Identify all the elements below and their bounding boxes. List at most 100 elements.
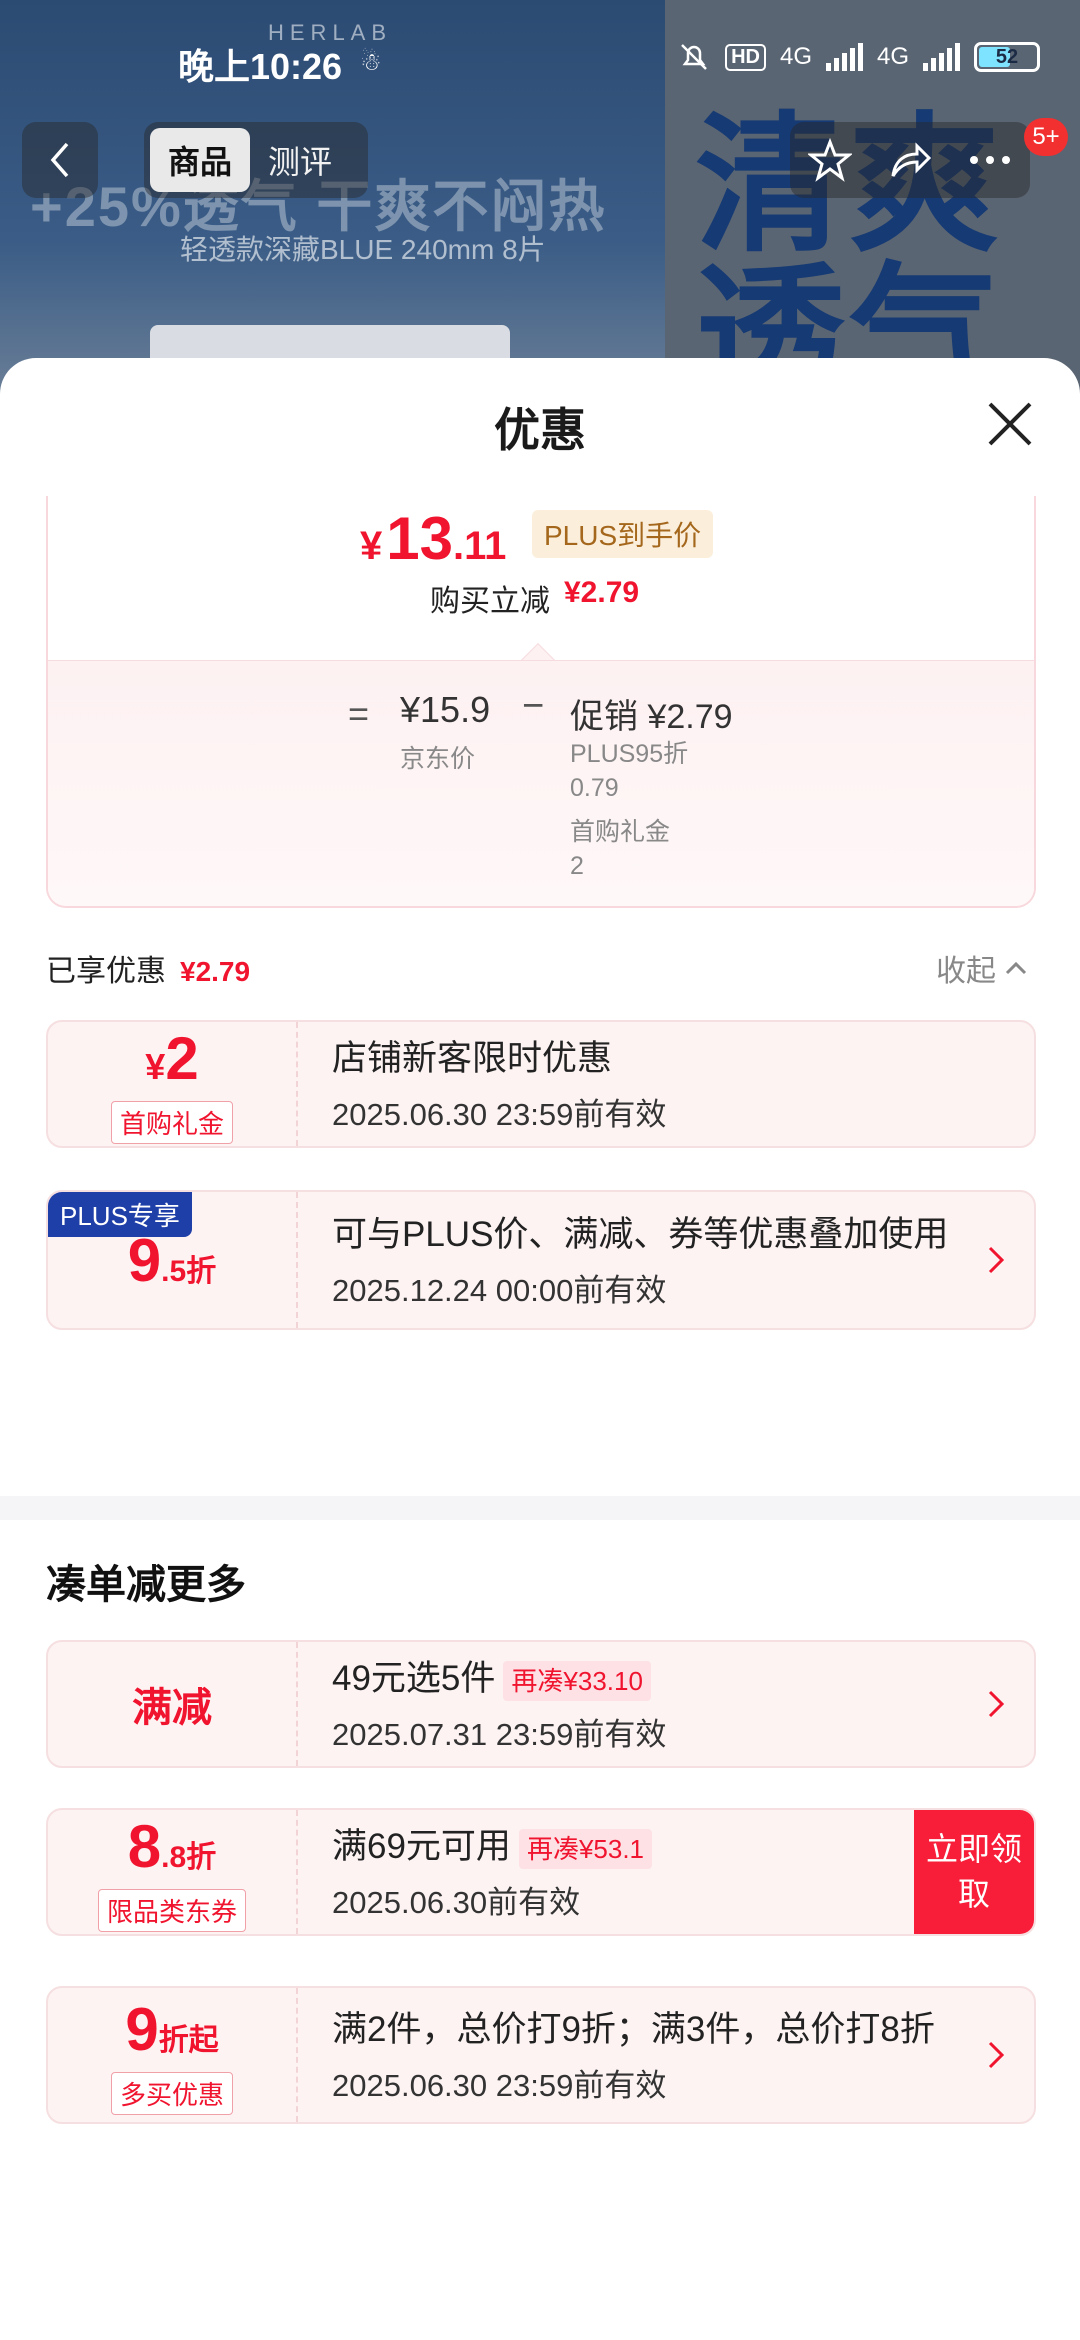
- coupon-amount: 2: [165, 1025, 199, 1092]
- network-label-2: 4G: [876, 43, 909, 70]
- coupon-info: 店铺新客限时优惠 2025.06.30 23:59前有效: [332, 1022, 974, 1146]
- coupon-discount-integer: 9: [125, 1996, 159, 2063]
- battery-level: 52: [995, 45, 1019, 68]
- more-icon[interactable]: [968, 154, 1012, 166]
- coupon-discount-suffix: 折起: [158, 2024, 219, 2057]
- coupon-info: 可与PLUS价、满减、券等优惠叠加使用 2025.12.24 00:00前有效: [332, 1192, 974, 1328]
- price-formula: = ¥15.9 京东价 − 促销 ¥2.79 PLUS95折 0.79 首购礼金…: [48, 660, 1034, 906]
- coupon-info: 满69元可用 再凑¥53.1 2025.06.30前有效: [332, 1810, 894, 1934]
- message-badge: 5+: [1024, 118, 1068, 156]
- sheet-title: 优惠: [494, 404, 586, 456]
- coupon-title: 店铺新客限时优惠: [332, 1039, 613, 1078]
- coupon-card[interactable]: 满减 49元选5件 再凑¥33.10 2025.07.31 23:59前有效: [46, 1640, 1036, 1768]
- coupon-info: 49元选5件 再凑¥33.10 2025.07.31 23:59前有效: [332, 1642, 974, 1766]
- chevron-right-icon: [988, 1690, 1005, 1718]
- coupon-title: 49元选5件: [332, 1659, 496, 1698]
- promo-item-label: PLUS95折: [570, 740, 689, 768]
- coupon-remaining-pill: 再凑¥53.1: [518, 1828, 653, 1869]
- coupon-value: 8 .8折: [128, 1812, 216, 1881]
- equals-sign: =: [348, 693, 370, 734]
- coupon-discount-integer: 8: [127, 1813, 162, 1880]
- coupon-expiry: 2025.12.24 00:00前有效: [332, 1273, 667, 1308]
- coupon-title: 满69元可用: [332, 1827, 511, 1866]
- nav-tabs: 商品 测评: [144, 122, 368, 198]
- coupon-currency: ¥: [145, 1046, 166, 1087]
- coupon-info: 满2件，总价打9折；满3件，总价打8折 2025.06.30 23:59前有效: [332, 1988, 974, 2122]
- section-divider: [0, 1496, 1080, 1520]
- close-icon[interactable]: [980, 394, 1040, 454]
- chevron-right-icon: [988, 2041, 1005, 2069]
- claim-coupon-button[interactable]: 立即领取: [914, 1810, 1034, 1934]
- coupon-title-row: 满69元可用 再凑¥53.1: [332, 1822, 894, 1871]
- promo-total: 促销 ¥2.79: [570, 698, 733, 736]
- coupon-title-row: 49元选5件 再凑¥33.10: [332, 1654, 974, 1703]
- coupon-expiry: 2025.06.30前有效: [332, 1885, 581, 1920]
- price-breakdown-card: ¥ 13 .11 PLUS到手价 购买立减 ¥2.79 = ¥15.9 京东价 …: [46, 496, 1036, 908]
- coupon-value-panel: 满减: [48, 1642, 298, 1766]
- promo-item-value: 2: [570, 852, 584, 880]
- coupon-card[interactable]: 9 折起 多买优惠 满2件，总价打9折；满3件，总价打8折 2025.06.30…: [46, 1986, 1036, 2124]
- coupon-type-tag: 限品类东券: [97, 1889, 246, 1932]
- status-time: 晚上10:26: [178, 46, 343, 87]
- final-price-integer: 13: [386, 505, 453, 572]
- coupon-discount-suffix: .8折: [161, 1841, 217, 1874]
- banner-subline: 轻透款深藏BLUE 240mm 8片: [180, 234, 546, 265]
- back-button[interactable]: [22, 122, 98, 198]
- chevron-up-icon: [1005, 961, 1027, 975]
- final-price-decimal: .11: [453, 524, 507, 568]
- collapse-label: 收起: [936, 955, 996, 988]
- signal-icon-2: [923, 43, 960, 71]
- coupon-title: 可与PLUS价、满减、券等优惠叠加使用: [332, 1215, 949, 1254]
- share-icon[interactable]: [887, 138, 933, 182]
- coupon-type-tag: 首购礼金: [110, 1101, 233, 1144]
- nav-actions: [790, 122, 1030, 198]
- coupon-expiry: 2025.06.30 23:59前有效: [332, 2068, 667, 2103]
- hd-icon: HD: [725, 43, 766, 71]
- coupon-card: ¥ 2 首购礼金 店铺新客限时优惠 2025.06.30 23:59前有效: [46, 1020, 1036, 1148]
- coupon-value: ¥ 2: [145, 1024, 198, 1093]
- coupon-remaining-pill: 再凑¥33.10: [503, 1660, 651, 1701]
- star-icon[interactable]: [807, 138, 852, 182]
- coupon-discount-suffix: .5折: [161, 1254, 217, 1288]
- final-price: ¥ 13 .11: [360, 504, 506, 573]
- coupon-expiry: 2025.06.30 23:59前有效: [332, 1097, 667, 1132]
- network-label-1: 4G: [779, 43, 812, 70]
- minus-sign: −: [522, 685, 545, 727]
- collapse-button[interactable]: 收起: [936, 946, 1028, 990]
- coupon-title: 满2件，总价打9折；满3件，总价打8折: [332, 2010, 935, 2049]
- tab-product[interactable]: 商品: [150, 128, 251, 192]
- jd-price-label: 京东价: [400, 745, 476, 773]
- coupon-type-label: 满减: [132, 1686, 212, 1730]
- jd-price: ¥15.9: [400, 689, 491, 730]
- status-bar: 晚上10:26 ☃ HD 4G 4G 52: [0, 0, 1080, 120]
- coupon-value-panel: 9 折起 多买优惠: [48, 1988, 298, 2122]
- mute-bell-icon: [681, 44, 707, 70]
- plus-price-tag: PLUS到手价: [532, 510, 714, 558]
- status-icons: HD 4G 4G 52: [677, 40, 1040, 74]
- enjoyed-label: 已享优惠: [46, 955, 166, 988]
- reduction-label: 购买立减: [430, 585, 550, 618]
- battery-icon: 52: [974, 42, 1040, 72]
- signal-icon-1: [825, 43, 863, 71]
- reduction-value: ¥2.79: [564, 576, 640, 609]
- section-title: 凑单减更多: [46, 1563, 246, 1607]
- tab-review[interactable]: 测评: [250, 128, 350, 192]
- price-summary: ¥ 13 .11 PLUS到手价 购买立减 ¥2.79: [48, 496, 1034, 660]
- discount-sheet: 优惠 ¥ 13 .11 PLUS到手价 购买立减 ¥2.79 = ¥15.9 京…: [0, 358, 1080, 2340]
- coupon-value-panel: 8 .8折 限品类东券: [48, 1810, 298, 1934]
- coupon-value-panel: ¥ 2 首购礼金: [48, 1022, 298, 1146]
- promo-item-label: 首购礼金: [570, 818, 671, 846]
- final-price-currency: ¥: [360, 524, 383, 568]
- coupon-card: 8 .8折 限品类东券 满69元可用 再凑¥53.1 2025.06.30前有效 …: [46, 1808, 1036, 1936]
- coupon-expiry: 2025.07.31 23:59前有效: [332, 1717, 667, 1752]
- coupon-card[interactable]: PLUS专享 9 .5折 可与PLUS价、满减、券等优惠叠加使用 2025.12…: [46, 1190, 1036, 1330]
- promo-item-value: 0.79: [570, 774, 619, 802]
- plus-exclusive-badge: PLUS专享: [48, 1192, 192, 1237]
- chevron-left-icon: [50, 142, 69, 178]
- coupon-value: 9 折起: [125, 1995, 218, 2064]
- enjoyed-discount: 已享优惠 ¥2.79: [46, 946, 250, 990]
- chevron-right-icon: [988, 1246, 1005, 1274]
- enjoyed-value: ¥2.79: [180, 956, 251, 987]
- notification-icon: ☃: [360, 49, 382, 76]
- coupon-type-tag: 多买优惠: [110, 2072, 233, 2115]
